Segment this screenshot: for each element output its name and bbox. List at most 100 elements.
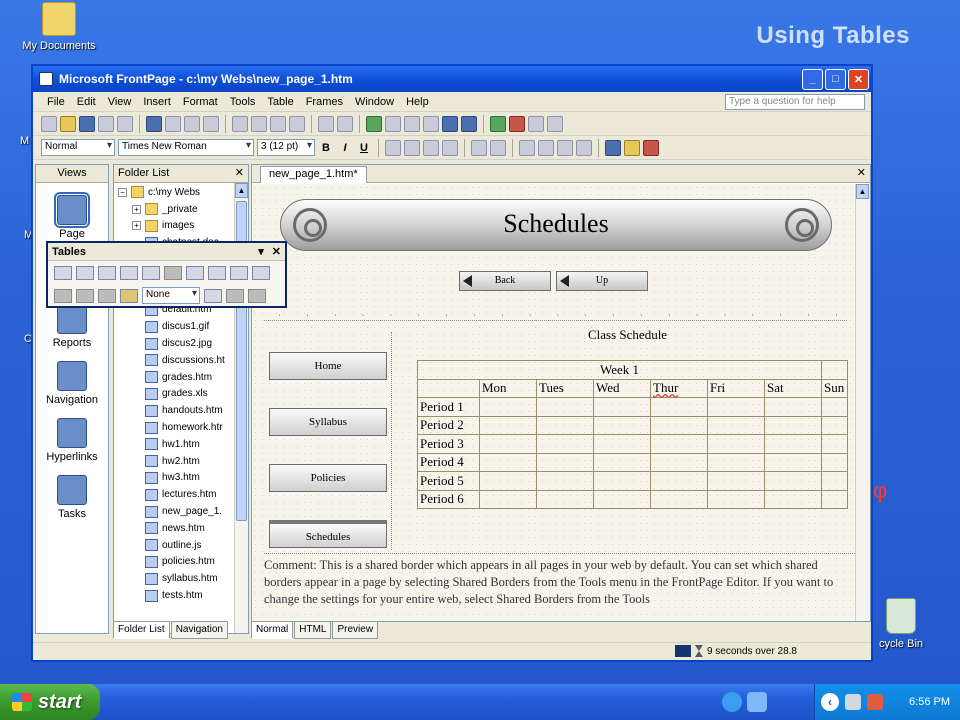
italic-button[interactable]: I bbox=[337, 142, 353, 154]
title-bar[interactable]: Microsoft FrontPage - c:\my Webs\new_pag… bbox=[33, 66, 871, 92]
folder-item[interactable]: + _private bbox=[118, 201, 248, 218]
folder-tree-root[interactable]: − c:\my Webs bbox=[118, 184, 248, 201]
day-header-cell[interactable]: Mon bbox=[479, 378, 537, 398]
table-cell[interactable] bbox=[764, 471, 822, 491]
menu-table[interactable]: Table bbox=[261, 96, 299, 108]
table-cell[interactable] bbox=[593, 434, 651, 454]
network-icon[interactable] bbox=[845, 694, 861, 710]
syllabus-nav-button[interactable]: Syllabus bbox=[269, 408, 387, 436]
day-header-cell[interactable]: Fri bbox=[707, 378, 765, 398]
menu-help[interactable]: Help bbox=[400, 96, 435, 108]
folder-item[interactable]: + images bbox=[118, 218, 248, 235]
bullets-icon[interactable] bbox=[538, 139, 554, 156]
table-cell[interactable] bbox=[650, 415, 708, 435]
day-header-cell[interactable]: Thur bbox=[650, 378, 708, 398]
table-cell[interactable] bbox=[536, 471, 594, 491]
stop-icon[interactable] bbox=[509, 115, 525, 132]
merge-cells-icon[interactable] bbox=[164, 265, 182, 280]
tab-normal[interactable]: Normal bbox=[251, 621, 294, 639]
tab-html[interactable]: HTML bbox=[294, 621, 332, 639]
eraser-icon[interactable] bbox=[76, 265, 94, 280]
file-item[interactable]: lectures.htm bbox=[118, 486, 248, 503]
tab-folder-list[interactable]: Folder List bbox=[113, 621, 170, 639]
file-item[interactable]: homework.htr bbox=[118, 419, 248, 436]
table-cell[interactable] bbox=[593, 452, 651, 472]
file-item[interactable]: discus1.gif bbox=[118, 318, 248, 335]
new-page-icon[interactable] bbox=[41, 115, 57, 132]
menu-view[interactable]: View bbox=[102, 96, 138, 108]
table-cell[interactable] bbox=[536, 489, 594, 509]
toggle-pane-icon[interactable] bbox=[146, 115, 162, 132]
copy-icon[interactable] bbox=[251, 115, 267, 132]
period-cell[interactable]: Period 6 bbox=[417, 489, 480, 509]
distribute-rows-icon[interactable] bbox=[54, 288, 72, 303]
open-icon[interactable] bbox=[60, 115, 76, 132]
center-vertically-icon[interactable] bbox=[230, 265, 248, 280]
increase-indent-icon[interactable] bbox=[576, 139, 592, 156]
paste-icon[interactable] bbox=[270, 115, 286, 132]
format-painter-icon[interactable] bbox=[289, 115, 305, 132]
view-page[interactable]: Page bbox=[36, 192, 108, 240]
table-cell[interactable] bbox=[479, 434, 537, 454]
up-button[interactable]: Up bbox=[556, 271, 648, 291]
insert-table-icon[interactable] bbox=[385, 115, 401, 132]
redo-icon[interactable] bbox=[337, 115, 353, 132]
insert-picture-icon[interactable] bbox=[423, 115, 439, 132]
menu-file[interactable]: File bbox=[41, 96, 71, 108]
cut-icon[interactable] bbox=[232, 115, 248, 132]
split-cells-icon[interactable] bbox=[186, 265, 204, 280]
page-canvas[interactable]: Schedules Back Up ˌˌˌˌˌˌˌˌˌˌˌˌˌˌˌˌˌˌˌˌˌ … bbox=[252, 184, 855, 621]
table-cell[interactable] bbox=[707, 415, 765, 435]
view-hyperlinks[interactable]: Hyperlinks bbox=[36, 418, 108, 463]
table-cell[interactable] bbox=[821, 434, 848, 454]
menu-frames[interactable]: Frames bbox=[300, 96, 349, 108]
table-cell[interactable] bbox=[417, 378, 480, 398]
insert-layer-icon[interactable] bbox=[404, 115, 420, 132]
week-header-cell[interactable]: Week 1 bbox=[417, 360, 822, 380]
close-icon[interactable]: ✕ bbox=[857, 166, 866, 179]
delete-cells-icon[interactable] bbox=[142, 265, 160, 280]
scroll-up-arrow[interactable]: ▲ bbox=[235, 183, 248, 198]
table-cell[interactable] bbox=[650, 471, 708, 491]
drawing-icon[interactable] bbox=[442, 115, 458, 132]
period-cell[interactable]: Period 4 bbox=[417, 452, 480, 472]
day-header-cell[interactable]: Sat bbox=[764, 378, 822, 398]
day-header-cell[interactable]: Wed bbox=[593, 378, 651, 398]
decrease-font-icon[interactable] bbox=[490, 139, 506, 156]
file-item[interactable]: news.htm bbox=[118, 520, 248, 537]
back-button[interactable]: Back bbox=[459, 271, 551, 291]
table-cell[interactable] bbox=[764, 397, 822, 417]
refresh-icon[interactable] bbox=[490, 115, 506, 132]
collapse-icon[interactable]: − bbox=[118, 187, 127, 197]
font-size-dropdown[interactable]: 3 (12 pt) bbox=[257, 139, 315, 156]
web-component-icon[interactable] bbox=[366, 115, 382, 132]
file-item[interactable]: hw1.htm bbox=[118, 436, 248, 453]
table-cell[interactable] bbox=[479, 397, 537, 417]
show-all-icon[interactable] bbox=[528, 115, 544, 132]
expand-icon[interactable]: + bbox=[132, 204, 141, 214]
table-cell[interactable] bbox=[707, 397, 765, 417]
file-item[interactable]: hw3.htm bbox=[118, 470, 248, 487]
table-cell[interactable] bbox=[821, 471, 848, 491]
table-cell[interactable] bbox=[650, 489, 708, 509]
period-cell[interactable]: Period 2 bbox=[417, 415, 480, 435]
decrease-indent-icon[interactable] bbox=[557, 139, 573, 156]
undo-icon[interactable] bbox=[318, 115, 334, 132]
home-nav-button[interactable]: Home bbox=[269, 352, 387, 380]
hyperlink-icon[interactable] bbox=[461, 115, 477, 132]
expand-icon[interactable]: + bbox=[132, 221, 141, 231]
justify-icon[interactable] bbox=[442, 139, 458, 156]
table-cell[interactable] bbox=[536, 415, 594, 435]
antivirus-icon[interactable] bbox=[867, 694, 883, 710]
close-icon[interactable]: ✕ bbox=[272, 245, 281, 258]
table-cell[interactable] bbox=[650, 434, 708, 454]
table-cell[interactable] bbox=[707, 471, 765, 491]
style-dropdown[interactable]: Normal bbox=[41, 139, 115, 156]
file-item[interactable]: handouts.htm bbox=[118, 402, 248, 419]
tab-preview[interactable]: Preview bbox=[332, 621, 379, 639]
table-cell[interactable] bbox=[536, 397, 594, 417]
tab-navigation[interactable]: Navigation bbox=[170, 621, 228, 639]
file-item[interactable]: tests.htm bbox=[118, 587, 248, 604]
file-item[interactable]: grades.xls bbox=[118, 386, 248, 403]
view-tasks[interactable]: Tasks bbox=[36, 475, 108, 520]
